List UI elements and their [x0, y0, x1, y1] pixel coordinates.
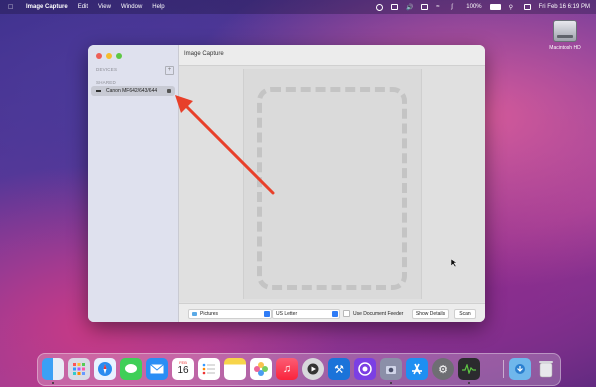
messages-icon[interactable]	[120, 358, 142, 380]
mouse-cursor-icon	[451, 259, 457, 267]
calendar-icon[interactable]: FEB 16	[172, 358, 194, 380]
running-indicator	[390, 382, 392, 384]
devices-heading: DEVICES	[96, 67, 118, 72]
menu-view[interactable]: View	[98, 4, 111, 10]
desktop-hdd[interactable]: Macintosh HD	[548, 20, 582, 51]
scan-area	[179, 66, 485, 302]
photos-icon[interactable]	[250, 358, 272, 380]
destination-select[interactable]: Pictures	[188, 309, 272, 319]
quicktime-icon[interactable]	[302, 358, 324, 380]
search-icon[interactable]: ⚲	[509, 4, 516, 11]
sidebar-item-device[interactable]: Canon MF642/643/644	[91, 86, 175, 96]
chevron-updown-icon	[332, 311, 338, 317]
menu-app-name[interactable]: Image Capture	[26, 4, 68, 10]
window-controls	[96, 53, 122, 59]
close-button[interactable]	[96, 53, 102, 59]
downloads-folder-icon[interactable]	[509, 358, 531, 380]
system-settings-icon[interactable]: ⚙	[432, 358, 454, 380]
menu-help[interactable]: Help	[152, 4, 164, 10]
bluetooth-icon[interactable]: ∫	[451, 4, 458, 10]
volume-icon[interactable]: 🔊	[406, 4, 413, 11]
notes-icon[interactable]	[224, 358, 246, 380]
finder-icon[interactable]	[42, 358, 64, 380]
battery-icon[interactable]	[489, 4, 501, 10]
activity-monitor-icon[interactable]	[458, 358, 480, 380]
shared-icon	[167, 89, 171, 93]
paper-size-value: US Letter	[276, 311, 298, 317]
battery-percent: 100%	[466, 4, 482, 10]
mail-icon[interactable]	[146, 358, 168, 380]
hdd-label: Macintosh HD	[549, 45, 581, 51]
bottom-toolbar: Pictures US Letter Use Document Feeder S…	[179, 303, 485, 322]
running-indicator	[52, 382, 54, 384]
dock-separator	[503, 360, 504, 378]
document-feeder-label: Use Document Feeder	[353, 310, 404, 317]
add-device-button[interactable]: +	[165, 66, 174, 75]
chevron-updown-icon	[264, 311, 270, 317]
safari-icon[interactable]	[94, 358, 116, 380]
screen-time-icon[interactable]	[376, 3, 384, 11]
music-icon[interactable]: ♫	[276, 358, 298, 380]
menu-clock[interactable]: Fri Feb 16 6:19 PM	[539, 4, 590, 10]
github-desktop-icon[interactable]	[354, 358, 376, 380]
menu-bar:  Image Capture Edit View Window Help 🔊 …	[0, 0, 596, 14]
display-icon[interactable]	[391, 4, 399, 10]
trash-icon[interactable]	[535, 358, 557, 380]
menu-edit[interactable]: Edit	[78, 4, 88, 10]
window-title: Image Capture	[184, 51, 224, 57]
show-details-button[interactable]: Show Details	[412, 309, 449, 319]
app-store-icon[interactable]	[406, 358, 428, 380]
sidebar: DEVICES + SHARED Canon MF642/643/644	[88, 45, 179, 322]
status-area: 🔊 ≈ ∫ 100% ⚲ Fri Feb 16 6:19 PM	[376, 0, 590, 14]
printer-icon	[96, 90, 101, 92]
scan-button[interactable]: Scan	[454, 309, 476, 319]
wifi-icon[interactable]: ≈	[436, 4, 443, 10]
page-placeholder	[257, 87, 407, 290]
title-bar: Image Capture	[179, 45, 485, 66]
apple-menu-icon[interactable]: 	[8, 4, 16, 11]
launchpad-icon[interactable]	[68, 358, 90, 380]
scan-preview[interactable]	[243, 69, 422, 299]
reminders-icon[interactable]	[198, 358, 220, 380]
paper-size-select[interactable]: US Letter	[272, 309, 340, 319]
image-capture-icon[interactable]	[380, 358, 402, 380]
document-feeder-checkbox[interactable]	[343, 310, 350, 317]
image-capture-window: DEVICES + SHARED Canon MF642/643/644 Ima…	[88, 45, 485, 322]
airplay-icon[interactable]	[421, 4, 429, 10]
running-indicator	[468, 382, 470, 384]
document-feeder-option[interactable]: Use Document Feeder	[343, 310, 403, 317]
control-center-icon[interactable]	[523, 4, 531, 10]
shared-heading: SHARED	[96, 80, 116, 85]
calendar-day: 16	[177, 365, 189, 376]
zoom-button[interactable]	[116, 53, 122, 59]
minimize-button[interactable]	[106, 53, 112, 59]
menu-items: Image Capture Edit View Window Help	[26, 4, 165, 10]
folder-icon	[192, 312, 197, 316]
device-name: Canon MF642/643/644	[106, 88, 158, 94]
hard-drive-icon	[553, 20, 577, 42]
destination-value: Pictures	[200, 311, 219, 317]
dock: FEB 16 ♫ ⚒ ⚙	[37, 353, 561, 386]
menu-window[interactable]: Window	[121, 4, 142, 10]
xcode-icon[interactable]: ⚒	[328, 358, 350, 380]
